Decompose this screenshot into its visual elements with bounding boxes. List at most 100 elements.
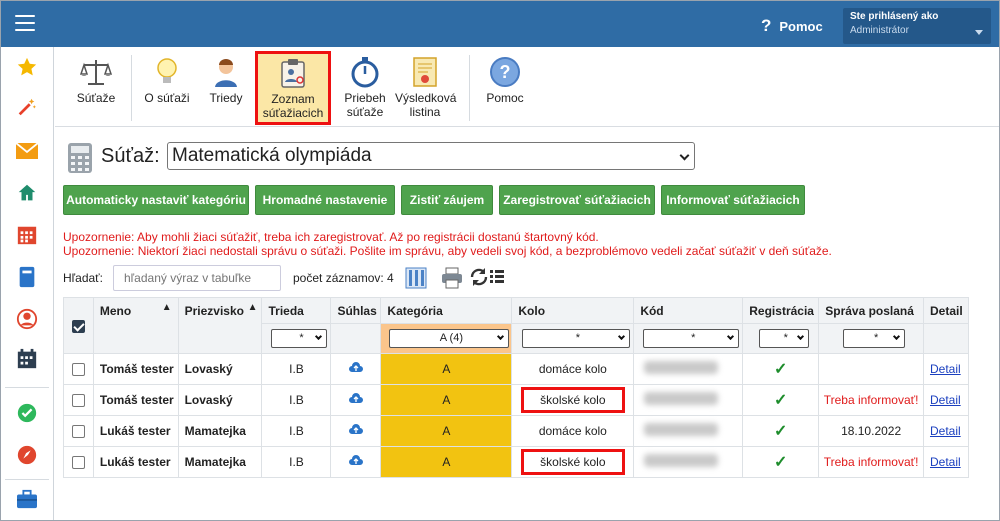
table-row: Lukáš tester Mamatejka I.B A domáce kolo… — [63, 415, 970, 447]
briefcase-icon[interactable] — [15, 487, 39, 511]
register-button[interactable]: Zaregistrovať súťažiacich — [499, 185, 655, 215]
cloud-upload-icon[interactable] — [348, 423, 363, 439]
chevron-down-icon — [679, 150, 690, 161]
row-checkbox[interactable] — [71, 363, 85, 377]
column-header-kategoria[interactable]: Kategória — [380, 297, 513, 324]
filter-kategoria-select[interactable]: A (4) — [389, 329, 510, 348]
cell-kolo: školské kolo — [511, 446, 635, 478]
cell-meno: Tomáš tester — [92, 353, 179, 385]
chevron-down-icon — [315, 332, 323, 341]
cell-kod — [633, 446, 744, 478]
detail-link[interactable]: Detail — [922, 415, 970, 447]
cloud-upload-icon[interactable] — [348, 454, 363, 470]
inform-button[interactable]: Informovať súťažiacich — [661, 185, 805, 215]
user-menu[interactable]: Ste prihlásený ako Administrátor — [843, 8, 991, 44]
sort-asc-icon[interactable]: ▲ — [248, 302, 258, 313]
cell-sprava — [818, 353, 924, 385]
row-checkbox[interactable] — [71, 456, 85, 470]
toolbar-divider — [131, 55, 132, 121]
cell-kod — [633, 353, 744, 385]
top-bar: ? Pomoc Ste prihlásený ako Administrátor — [1, 1, 999, 47]
toolbar-item-triedy[interactable]: Triedy — [201, 53, 251, 123]
toolbar-item-zoznam-sutaziacich[interactable]: Zoznam súťažiacich — [255, 51, 331, 125]
question-icon: ? — [761, 16, 772, 35]
toolbar-label: Priebeh súťaže — [344, 91, 386, 119]
toolbar-item-vysledkova-listina[interactable]: Výsledková listina — [393, 53, 457, 123]
star-icon[interactable] — [15, 55, 39, 79]
book-icon[interactable] — [15, 265, 39, 289]
cell-kategoria: A — [380, 446, 513, 478]
cell-trieda: I.B — [261, 384, 332, 416]
check-circle-icon[interactable] — [15, 401, 39, 425]
magic-wand-icon[interactable] — [15, 95, 39, 119]
row-select-cell — [63, 384, 94, 416]
cell-registracia: ✓ — [742, 353, 820, 385]
find-interest-button[interactable]: Zistiť záujem — [401, 185, 493, 215]
search-input[interactable] — [113, 265, 281, 291]
refresh-list-icon[interactable] — [469, 267, 504, 287]
column-header-registracia[interactable]: Registrácia — [742, 297, 820, 324]
filter-registracia-select[interactable]: * — [758, 329, 809, 348]
cell-trieda: I.B — [261, 446, 332, 478]
column-header-kolo[interactable]: Kolo — [511, 297, 635, 324]
detail-link[interactable]: Detail — [922, 446, 970, 478]
filter-cell: * — [633, 323, 744, 354]
row-select-cell — [63, 353, 94, 385]
cell-registracia: ✓ — [742, 415, 820, 447]
highlighted-round: školské kolo — [521, 387, 625, 413]
columns-icon[interactable] — [405, 267, 427, 289]
rocket-circle-icon[interactable] — [15, 443, 39, 467]
toolbar-item-sutaze[interactable]: Súťaže — [69, 53, 123, 123]
cloud-upload-icon[interactable] — [348, 392, 363, 408]
detail-link[interactable]: Detail — [922, 384, 970, 416]
column-header-sprava[interactable]: Správa poslaná — [818, 297, 924, 324]
competition-select[interactable]: Matematická olympiáda — [167, 142, 695, 170]
sort-asc-icon[interactable]: ▲ — [162, 302, 172, 313]
stopwatch-icon — [348, 55, 382, 89]
cell-kolo: školské kolo — [511, 384, 635, 416]
column-header-trieda[interactable]: Trieda — [261, 297, 332, 324]
home-icon[interactable] — [15, 181, 39, 205]
column-header-priezvisko[interactable]: Priezvisko ▲ — [177, 297, 263, 354]
warning-message: Upozornenie: Niektorí žiaci nedostali sp… — [63, 244, 832, 258]
cloud-upload-icon[interactable] — [348, 361, 363, 377]
row-checkbox[interactable] — [71, 425, 85, 439]
column-header-kod[interactable]: Kód — [633, 297, 744, 324]
auto-category-button[interactable]: Automaticky nastaviť kategóriu — [63, 185, 249, 215]
filter-trieda-select[interactable]: * — [271, 329, 328, 348]
filter-kolo-select[interactable]: * — [521, 329, 630, 348]
bulk-settings-button[interactable]: Hromadné nastavenie — [255, 185, 395, 215]
column-header-meno[interactable]: Meno ▲ — [92, 297, 179, 354]
schedule-calendar-icon[interactable] — [15, 347, 39, 371]
calendar-grid-icon[interactable] — [15, 223, 39, 247]
filter-sprava-select[interactable]: * — [843, 329, 906, 348]
competition-label: Súťaž: — [101, 145, 160, 167]
table-row: Tomáš tester Lovaský I.B A domáce kolo ✓… — [63, 353, 970, 385]
toolbar-item-o-sutazi[interactable]: O súťaži — [139, 53, 195, 123]
caret-down-icon — [975, 30, 983, 35]
row-select-cell — [63, 446, 94, 478]
column-header-suhlas[interactable]: Súhlas — [330, 297, 382, 324]
help-link[interactable]: ? Pomoc — [761, 16, 823, 36]
cell-kod — [633, 415, 744, 447]
sidebar-divider — [5, 479, 49, 480]
filter-kod-select[interactable]: * — [643, 329, 740, 348]
main-toolbar: Súťaže O súťaži Triedy Zoznam súťažiacic… — [55, 47, 999, 127]
toolbar-item-priebeh-sutaze[interactable]: Priebeh súťaže — [339, 53, 391, 123]
envelope-icon[interactable] — [15, 139, 39, 163]
select-all-checkbox[interactable] — [71, 319, 85, 333]
help-label: Pomoc — [779, 18, 823, 34]
print-icon[interactable] — [441, 267, 462, 289]
highlighted-round: školské kolo — [521, 449, 625, 475]
detail-link[interactable]: Detail — [922, 353, 970, 385]
hamburger-menu-icon[interactable] — [15, 15, 35, 31]
user-icon[interactable] — [15, 307, 39, 331]
filter-cell — [330, 323, 382, 354]
cell-kod — [633, 384, 744, 416]
cell-priezvisko: Lovaský — [177, 353, 263, 385]
search-label: Hľadať: — [63, 271, 104, 285]
toolbar-item-pomoc[interactable]: ? Pomoc — [479, 53, 531, 123]
column-header-detail[interactable]: Detail — [922, 297, 970, 324]
scales-icon — [79, 55, 113, 89]
row-checkbox[interactable] — [71, 394, 85, 408]
